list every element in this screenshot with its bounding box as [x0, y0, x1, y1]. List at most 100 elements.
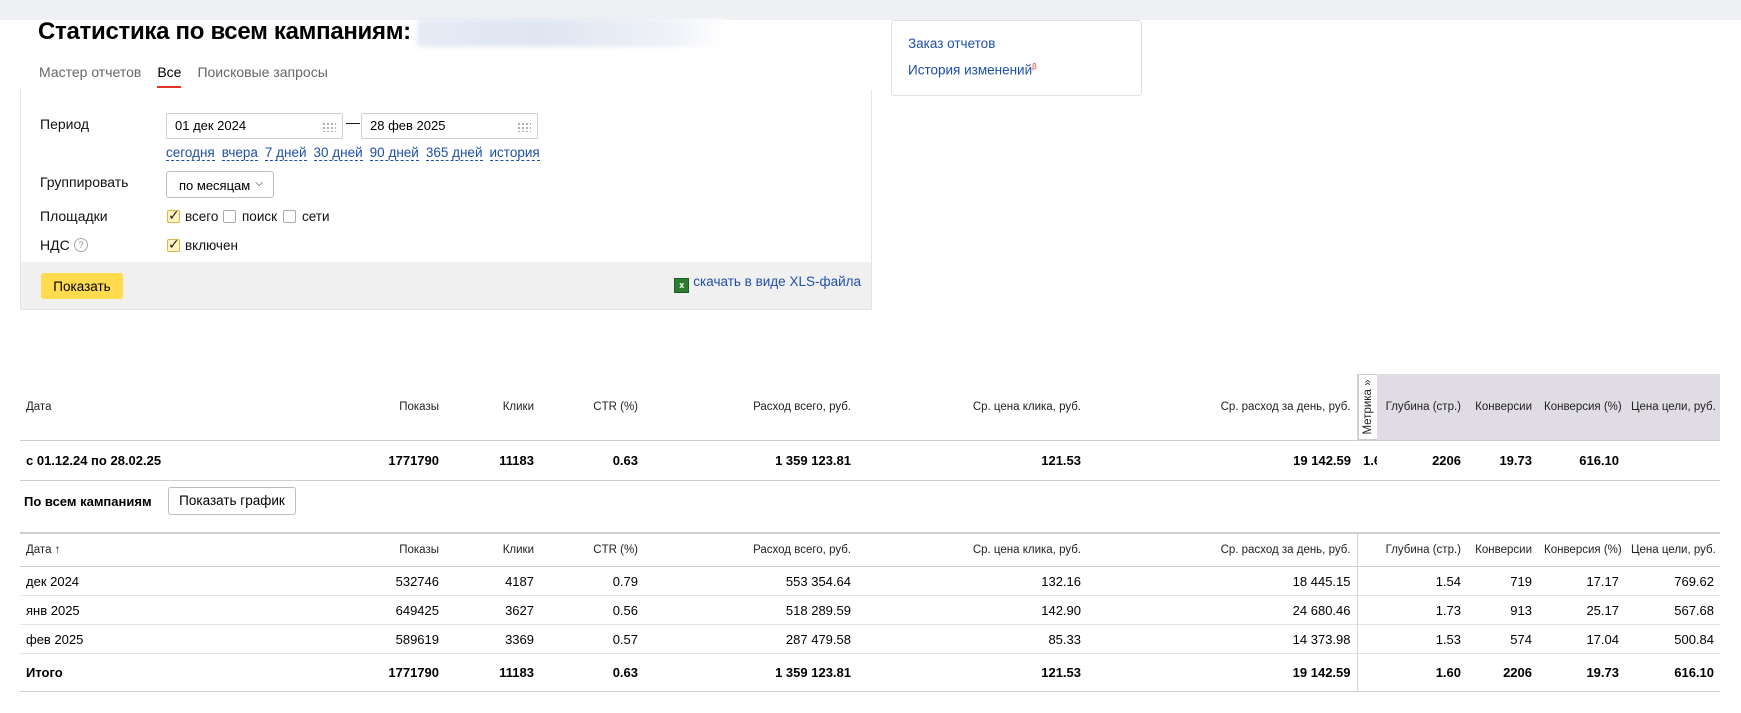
summary-goal-cost: 616.10 [1579, 453, 1619, 468]
col-clicks: Клики [502, 401, 534, 413]
blurred-account-name [416, 18, 727, 47]
platform-search-checkbox[interactable] [223, 210, 236, 223]
col-impressions: Показы [399, 401, 439, 413]
cell-depth: 1.54 [1435, 573, 1461, 589]
tab-all[interactable]: Все [157, 64, 182, 88]
col-avg-daily-spend: Ср. расход за день, руб. [1220, 401, 1351, 413]
range-365-days[interactable]: 365 дней [425, 145, 483, 161]
table-row: фев 2025 589619 3369 0.57 287 479.58 85.… [20, 624, 1720, 654]
cell-avg-daily-spend: 14 373.98 [1292, 631, 1351, 647]
range-7-days[interactable]: 7 дней [264, 145, 307, 161]
col-goal-cost: Цена цели, руб. [1625, 374, 1720, 441]
summary-avg-cpc: 121.53 [1041, 453, 1081, 468]
date-from-value: 01 дек 2024 [175, 118, 247, 133]
col-avg-cpc[interactable]: Ср. цена клика, руб. [857, 533, 1087, 567]
cell-ctr: 0.57 [612, 631, 638, 647]
summary-conversion-rate: 19.73 [1499, 453, 1532, 468]
cell-avg-cpc: 132.16 [1041, 573, 1081, 589]
show-button[interactable]: Показать [41, 273, 123, 299]
total-row: Итого 1771790 11183 0.63 1 359 123.81 12… [20, 653, 1720, 692]
date-from-input[interactable]: 01 дек 2024 [166, 113, 343, 139]
tab-search-queries[interactable]: Поисковые запросы [197, 64, 327, 88]
col-avg-daily-spend[interactable]: Ср. расход за день, руб. [1087, 533, 1357, 567]
platform-networks-label: сети [302, 209, 330, 224]
help-icon[interactable]: ? [74, 238, 88, 252]
group-label: Группировать [40, 174, 129, 190]
metrika-toggle[interactable]: Метрика » [1358, 374, 1377, 440]
col-conversions: Конверсии [1467, 374, 1538, 441]
summary-row: с 01.12.24 по 28.02.25 1771790 11183 0.6… [20, 441, 1720, 481]
calendar-icon[interactable] [322, 122, 336, 132]
total-depth: 1.60 [1435, 665, 1461, 680]
platform-all-checkbox[interactable] [167, 207, 180, 224]
cell-impressions: 649425 [395, 602, 439, 618]
monthly-stats-table: Дата ↑ Показы Клики CTR (%) Расход всего… [20, 532, 1720, 692]
range-30-days[interactable]: 30 дней [313, 145, 363, 161]
col-goal-cost[interactable]: Цена цели, руб. [1625, 533, 1720, 567]
range-90-days[interactable]: 90 дней [369, 145, 419, 161]
change-history-link[interactable]: История измененийβ [908, 62, 1037, 78]
platform-all-label: всего [185, 209, 219, 224]
cell-ctr: 0.56 [612, 602, 638, 618]
cell-avg-cpc: 85.33 [1048, 631, 1081, 647]
total-spend: 1 359 123.81 [775, 665, 851, 680]
page-title: Статистика по всем кампаниям: [38, 18, 727, 47]
range-history[interactable]: история [489, 145, 540, 161]
date-header-label: Дата [26, 544, 52, 556]
col-conversion-rate: Конверсия (%) [1538, 374, 1625, 441]
col-impressions[interactable]: Показы [210, 533, 445, 567]
col-depth[interactable]: Глубина (стр.) [1377, 533, 1467, 567]
cell-goal-cost: 567.68 [1674, 602, 1714, 618]
cell-date: янв 2025 [26, 602, 80, 618]
range-today[interactable]: сегодня [166, 145, 215, 161]
cell-spend: 287 479.58 [785, 631, 851, 647]
cell-ctr: 0.79 [612, 573, 638, 589]
cell-date: дек 2024 [26, 573, 80, 589]
platform-networks-checkbox[interactable] [283, 210, 296, 223]
summary-ctr: 0.63 [612, 453, 638, 468]
col-conversions[interactable]: Конверсии [1467, 533, 1538, 567]
cell-depth: 1.53 [1435, 631, 1461, 647]
download-xls-link[interactable]: x скачать в виде XLS-файла [674, 274, 861, 293]
col-avg-cpc: Ср. цена клика, руб. [972, 401, 1081, 413]
quick-ranges: сегодня вчера 7 дней 30 дней 90 дней 365… [166, 145, 540, 161]
chevron-down-icon: ⌵ [255, 178, 263, 189]
cell-separator [1356, 624, 1377, 654]
total-ctr: 0.63 [612, 665, 638, 680]
cell-depth: 1.73 [1435, 602, 1461, 618]
total-conversion-rate: 19.73 [1586, 665, 1619, 680]
total-impressions: 1771790 [388, 665, 439, 680]
col-spend[interactable]: Расход всего, руб. [644, 533, 857, 567]
cell-conversions: 913 [1510, 602, 1532, 618]
total-label: Итого [26, 665, 63, 680]
date-to-input[interactable]: 28 фев 2025 [361, 113, 538, 139]
col-depth: Глубина (стр.) [1377, 374, 1467, 441]
cell-avg-cpc: 142.90 [1041, 602, 1081, 618]
col-clicks[interactable]: Клики [445, 533, 540, 567]
order-reports-link[interactable]: Заказ отчетов [908, 36, 995, 51]
metrika-separator [1356, 533, 1377, 567]
calendar-icon[interactable] [517, 122, 531, 132]
group-select-value: по месяцам [179, 178, 251, 193]
top-bar [0, 0, 1741, 20]
col-conversion-rate[interactable]: Конверсия (%) [1538, 533, 1625, 567]
range-yesterday[interactable]: вчера [221, 145, 258, 161]
change-history-label: История изменений [908, 62, 1033, 78]
group-select[interactable]: по месяцам ⌵ [166, 171, 274, 198]
summary-table: Дата Показы Клики CTR (%) Расход всего, … [20, 374, 1720, 481]
vat-checkbox[interactable] [167, 236, 180, 253]
cell-date: фев 2025 [26, 631, 84, 647]
sort-arrow-icon: ↑ [54, 544, 61, 556]
show-graph-button[interactable]: Показать график [168, 487, 296, 515]
cell-clicks: 4187 [505, 573, 534, 589]
date-range-dash: — [346, 114, 360, 130]
tab-report-master[interactable]: Мастер отчетов [39, 64, 141, 88]
cell-conversion-rate: 17.17 [1586, 573, 1619, 589]
col-ctr[interactable]: CTR (%) [540, 533, 644, 567]
cell-separator [1356, 595, 1377, 625]
sort-date-header[interactable]: Дата ↑ [20, 533, 210, 567]
date-to-value: 28 фев 2025 [370, 118, 446, 133]
page-title-text: Статистика по всем кампаниям: [38, 18, 411, 45]
filter-form: Период 01 дек 2024 — 28 фев 2025 сегодня… [20, 90, 872, 310]
summary-clicks: 11183 [499, 453, 534, 468]
